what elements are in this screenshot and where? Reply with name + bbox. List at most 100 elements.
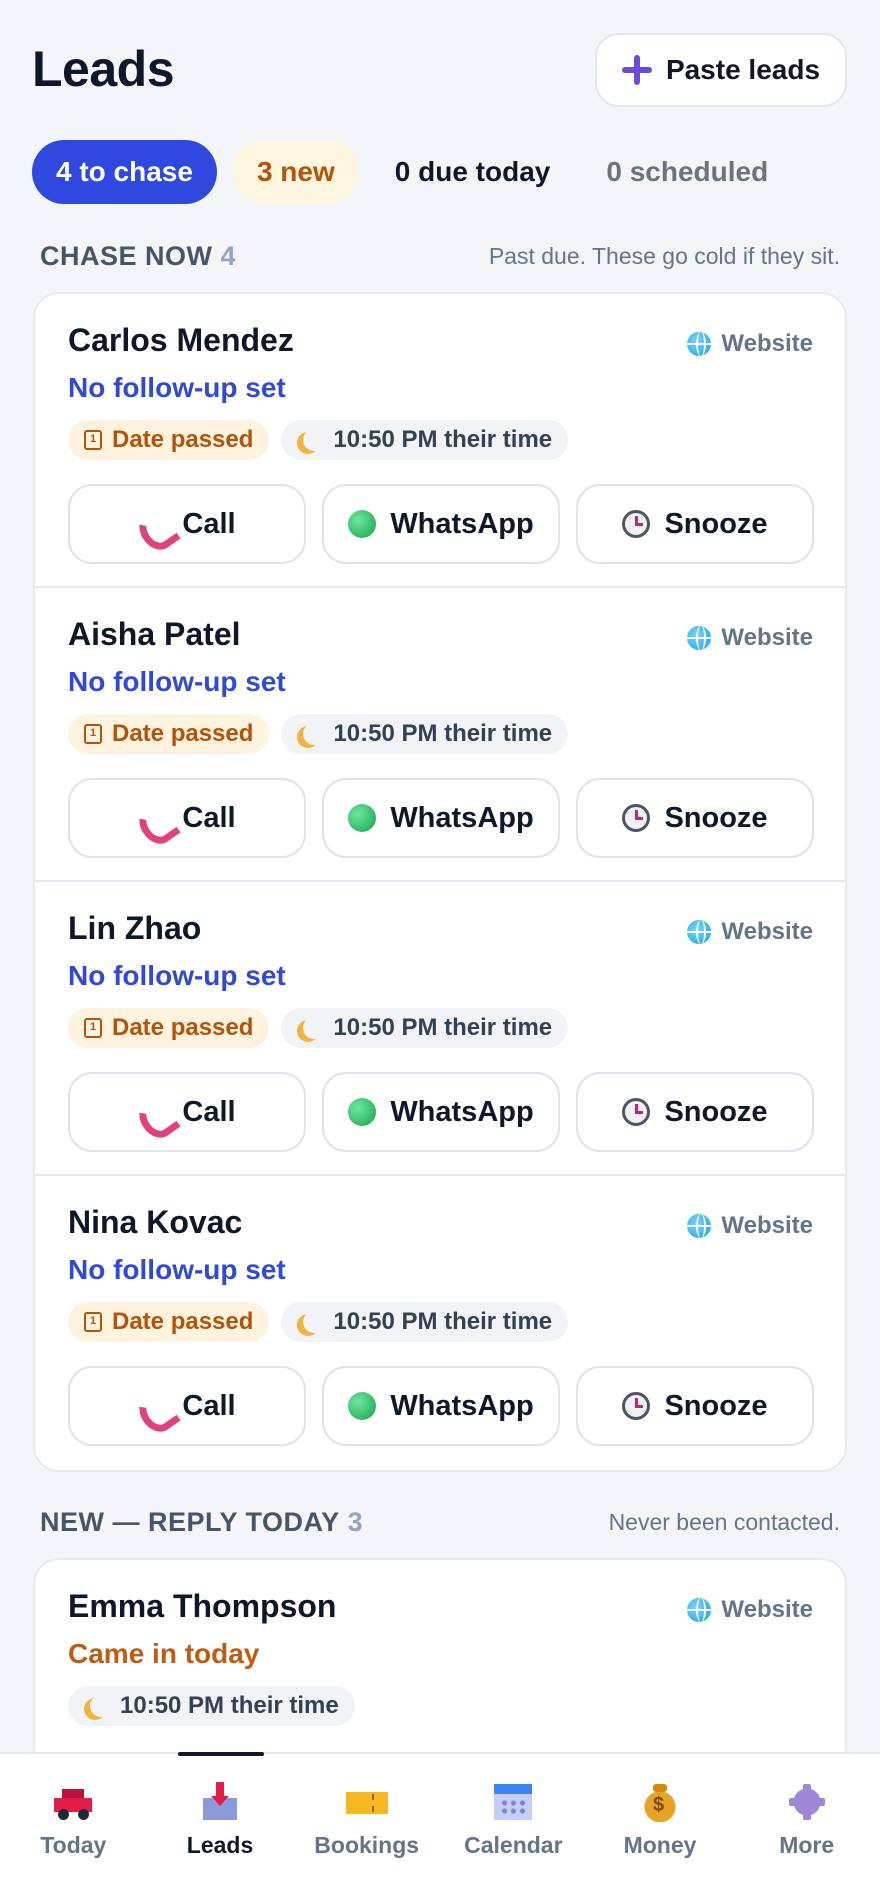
call-button[interactable]: Call bbox=[68, 778, 306, 858]
snooze-button[interactable]: Snooze bbox=[576, 484, 814, 564]
nav-item-bookings[interactable]: Bookings bbox=[293, 1754, 440, 1880]
local-time-label: 10:50 PM their time bbox=[333, 1014, 553, 1041]
local-time-tag: 10:50 PM their time bbox=[281, 420, 569, 460]
call-label: Call bbox=[182, 507, 236, 540]
clock-icon bbox=[622, 1098, 651, 1126]
green-circle-icon bbox=[348, 1098, 377, 1126]
filter-chips: 4 to chase 3 new 0 due today 0 scheduled bbox=[32, 140, 788, 204]
whatsapp-button[interactable]: WhatsApp bbox=[322, 484, 560, 564]
followup-status[interactable]: No follow-up set bbox=[68, 1254, 286, 1286]
filter-chip-scheduled[interactable]: 0 scheduled bbox=[586, 140, 788, 204]
lead-tags: 1 Date passed 10:50 PM their time bbox=[68, 714, 569, 754]
section-note: Never been contacted. bbox=[608, 1508, 840, 1535]
section-title: NEW — REPLY TODAY 3 bbox=[40, 1507, 363, 1538]
local-time-tag: 10:50 PM their time bbox=[281, 1008, 569, 1048]
snooze-button[interactable]: Snooze bbox=[576, 778, 814, 858]
paste-leads-button[interactable]: Paste leads bbox=[595, 33, 847, 107]
moon-icon bbox=[303, 723, 325, 745]
lead-source: Website bbox=[687, 1212, 813, 1240]
whatsapp-button[interactable]: WhatsApp bbox=[322, 778, 560, 858]
filter-chip-due-today[interactable]: 0 due today bbox=[375, 140, 571, 204]
whatsapp-label: WhatsApp bbox=[390, 1095, 534, 1128]
inbox-tray-icon bbox=[199, 1782, 241, 1822]
moon-icon bbox=[303, 1017, 325, 1039]
paste-leads-label: Paste leads bbox=[665, 54, 821, 85]
nav-item-more[interactable]: More bbox=[733, 1754, 880, 1880]
lead-source: Website bbox=[687, 918, 813, 946]
moon-icon bbox=[90, 1695, 112, 1717]
whatsapp-label: WhatsApp bbox=[390, 507, 534, 540]
nav-label: Bookings bbox=[314, 1832, 420, 1858]
money-bag-icon bbox=[639, 1782, 682, 1822]
filter-chip-to-chase[interactable]: 4 to chase bbox=[32, 140, 217, 204]
ticket-icon bbox=[345, 1782, 388, 1822]
date-passed-tag: 1 Date passed bbox=[68, 420, 270, 460]
followup-status[interactable]: Came in today bbox=[68, 1638, 259, 1670]
whatsapp-button[interactable]: WhatsApp bbox=[322, 1366, 560, 1446]
nav-label: Today bbox=[40, 1832, 107, 1858]
whatsapp-button[interactable]: WhatsApp bbox=[322, 1072, 560, 1152]
snooze-label: Snooze bbox=[664, 507, 768, 540]
section-title-text: CHASE NOW bbox=[40, 240, 213, 271]
phone-icon bbox=[138, 803, 168, 833]
snooze-button[interactable]: Snooze bbox=[576, 1366, 814, 1446]
local-time-tag: 10:50 PM their time bbox=[281, 714, 569, 754]
lead-card[interactable]: Lin Zhao Website No follow-up set 1 Date … bbox=[35, 882, 845, 1176]
lead-name: Lin Zhao bbox=[68, 910, 202, 946]
lead-tags: 1 Date passed 10:50 PM their time bbox=[68, 1302, 569, 1342]
globe-icon bbox=[687, 920, 712, 944]
lead-actions: Call WhatsApp Snooze bbox=[68, 1072, 814, 1152]
call-label: Call bbox=[182, 1095, 236, 1128]
call-button[interactable]: Call bbox=[68, 484, 306, 564]
followup-status[interactable]: No follow-up set bbox=[68, 960, 286, 992]
lead-actions: Call WhatsApp Snooze bbox=[68, 484, 814, 564]
date-passed-tag: 1 Date passed bbox=[68, 714, 270, 754]
call-label: Call bbox=[182, 801, 236, 834]
date-passed-tag: 1 Date passed bbox=[68, 1302, 270, 1342]
green-circle-icon bbox=[348, 510, 377, 538]
section-count: 3 bbox=[347, 1506, 364, 1537]
lead-source-label: Website bbox=[721, 1212, 813, 1239]
globe-icon bbox=[687, 1598, 712, 1622]
local-time-label: 10:50 PM their time bbox=[120, 1692, 339, 1719]
followup-status[interactable]: No follow-up set bbox=[68, 372, 286, 404]
whatsapp-label: WhatsApp bbox=[390, 1389, 534, 1422]
green-circle-icon bbox=[348, 804, 377, 832]
section-header-chase-now: CHASE NOW 4 Past due. These go cold if th… bbox=[40, 238, 840, 274]
nav-item-money[interactable]: Money bbox=[587, 1754, 734, 1880]
lead-source-label: Website bbox=[721, 1596, 813, 1623]
date-passed-label: Date passed bbox=[112, 1014, 254, 1041]
whatsapp-label: WhatsApp bbox=[390, 801, 534, 834]
calendar-icon: 1 bbox=[84, 724, 102, 744]
section-title: CHASE NOW 4 bbox=[40, 241, 236, 272]
snooze-label: Snooze bbox=[664, 1389, 768, 1422]
lead-source: Website bbox=[687, 624, 813, 652]
lead-source: Website bbox=[687, 1596, 813, 1624]
local-time-tag: 10:50 PM their time bbox=[281, 1302, 569, 1342]
plus-icon bbox=[621, 55, 652, 85]
lead-name: Nina Kovac bbox=[68, 1204, 243, 1240]
lead-card[interactable]: Nina Kovac Website No follow-up set 1 Dat… bbox=[35, 1176, 845, 1470]
local-time-label: 10:50 PM their time bbox=[333, 1308, 553, 1335]
local-time-label: 10:50 PM their time bbox=[333, 426, 553, 453]
lead-tags: 10:50 PM their time bbox=[68, 1686, 355, 1726]
call-button[interactable]: Call bbox=[68, 1366, 306, 1446]
snooze-button[interactable]: Snooze bbox=[576, 1072, 814, 1152]
nav-item-leads[interactable]: Leads bbox=[147, 1752, 294, 1880]
call-button[interactable]: Call bbox=[68, 1072, 306, 1152]
phone-icon bbox=[138, 509, 168, 539]
clock-icon bbox=[622, 1392, 651, 1420]
followup-status[interactable]: No follow-up set bbox=[68, 666, 286, 698]
section-header-new: NEW — REPLY TODAY 3 Never been contacted. bbox=[40, 1504, 840, 1540]
lead-name: Carlos Mendez bbox=[68, 322, 294, 358]
filter-chip-new[interactable]: 3 new bbox=[232, 140, 359, 204]
nav-item-calendar[interactable]: Calendar bbox=[440, 1754, 587, 1880]
lead-actions: Call WhatsApp Snooze bbox=[68, 778, 814, 858]
snooze-label: Snooze bbox=[664, 801, 768, 834]
nav-item-today[interactable]: Today bbox=[0, 1754, 147, 1880]
gear-icon bbox=[785, 1782, 828, 1822]
lead-card[interactable]: Aisha Patel Website No follow-up set 1 Da… bbox=[35, 588, 845, 882]
local-time-tag: 10:50 PM their time bbox=[68, 1686, 355, 1726]
clock-icon bbox=[622, 510, 651, 538]
lead-card[interactable]: Carlos Mendez Website No follow-up set 1… bbox=[35, 294, 845, 588]
